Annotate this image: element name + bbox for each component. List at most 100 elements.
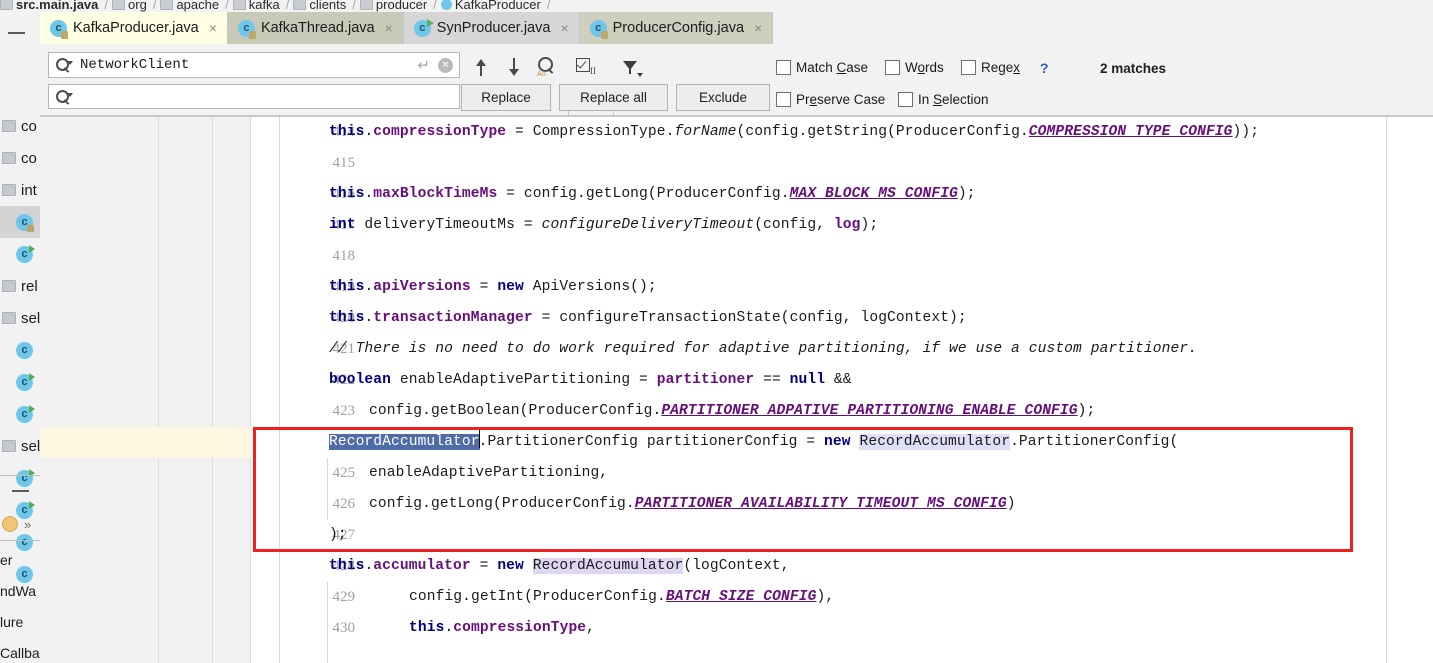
tree-item-selected[interactable]: c <box>0 206 40 238</box>
line-417-text: int deliveryTimeoutMs = configureDeliver… <box>329 217 879 233</box>
multiline-icon: II <box>576 58 596 76</box>
replace-all-button[interactable]: Replace all <box>559 84 668 111</box>
tree-item[interactable]: co <box>0 110 40 142</box>
line-number: 430 <box>332 620 356 636</box>
code-line[interactable]: 414 this.compressionType = CompressionTy… <box>251 117 1433 148</box>
clear-icon[interactable]: × <box>438 57 453 73</box>
code-editor[interactable]: 414 this.compressionType = CompressionTy… <box>40 117 1433 663</box>
tab-kafkathread[interactable]: c KafkaThread.java × <box>227 12 404 44</box>
code-line[interactable]: 426 config.getLong(ProducerConfig.PARTIT… <box>251 489 1433 520</box>
folder-icon <box>293 0 307 10</box>
find-next-button[interactable] <box>501 54 527 80</box>
list-item[interactable]: lure <box>0 606 40 637</box>
select-all-occurrences-button[interactable]: All <box>533 53 559 79</box>
search-icon[interactable] <box>55 89 73 105</box>
regex-help-link[interactable]: ? <box>1040 60 1049 76</box>
list-item[interactable]: ndWa <box>0 575 40 606</box>
checkbox[interactable] <box>776 92 791 107</box>
multiline-toggle-button[interactable]: II <box>573 54 599 80</box>
breadcrumb-item-src[interactable]: src.main.java <box>0 0 98 12</box>
breadcrumb-item-clients[interactable]: clients <box>293 0 346 12</box>
search-input[interactable]: NetworkClient ↵ × <box>48 52 460 78</box>
checkbox[interactable] <box>776 60 791 75</box>
line-number: 429 <box>332 589 356 605</box>
collapse-all-button[interactable] <box>8 26 26 40</box>
filter-icon <box>622 59 643 77</box>
tab-synproducer[interactable]: c SynProducer.java × <box>403 12 580 44</box>
breadcrumb-item-org[interactable]: org <box>112 0 147 12</box>
code-line[interactable]: 418 <box>251 241 1433 272</box>
tree-item[interactable]: c <box>0 366 40 398</box>
folder-icon <box>0 0 13 10</box>
code-line[interactable]: 421 // There is no need to do work requi… <box>251 334 1433 365</box>
breadcrumb-separator: / <box>104 0 109 12</box>
tree-item-label: co <box>21 117 37 135</box>
code-line[interactable]: 423 config.getBoolean(ProducerConfig.PAR… <box>251 396 1433 427</box>
expand-chevron-icon[interactable]: » <box>24 517 31 532</box>
in-selection-label: In Selection <box>918 92 989 107</box>
editor-gutter[interactable] <box>40 117 250 663</box>
line-426-text: config.getLong(ProducerConfig.PARTITIONE… <box>369 496 1016 512</box>
tree-item[interactable]: c <box>0 334 40 366</box>
filter-button[interactable] <box>618 55 644 81</box>
code-line[interactable]: 428 this.accumulator = new RecordAccumul… <box>251 551 1433 582</box>
close-icon[interactable]: × <box>385 20 393 36</box>
tool-window-list: er ndWa lure Callba duce <box>0 544 40 663</box>
tree-item[interactable]: sel <box>0 302 40 334</box>
close-icon[interactable]: × <box>209 20 217 36</box>
tree-item[interactable]: c <box>0 238 40 270</box>
tree-item[interactable]: c <box>0 398 40 430</box>
code-text-area[interactable]: 414 this.compressionType = CompressionTy… <box>251 117 1433 663</box>
breadcrumb-item-kafkaproducer[interactable]: KafkaProducer <box>440 0 541 12</box>
replace-button[interactable]: Replace <box>461 84 551 111</box>
code-line[interactable]: 419 this.apiVersions = new ApiVersions()… <box>251 272 1433 303</box>
close-icon[interactable]: × <box>754 20 762 36</box>
code-line[interactable]: 415 <box>251 148 1433 179</box>
tree-item[interactable]: rel <box>0 270 40 302</box>
code-line[interactable]: 429 config.getInt(ProducerConfig.BATCH_S… <box>251 582 1433 613</box>
breadcrumb-label: producer <box>375 0 428 12</box>
breadcrumb-label: KafkaProducer <box>454 0 541 12</box>
breadcrumb-item-apache[interactable]: apache <box>160 0 219 12</box>
checkbox[interactable] <box>898 92 913 107</box>
words-option[interactable]: Words <box>885 60 944 75</box>
code-line[interactable]: 417 int deliveryTimeoutMs = configureDel… <box>251 210 1433 241</box>
code-line[interactable]: 430 this.compressionType, <box>251 613 1433 644</box>
regex-option[interactable]: Regex <box>961 60 1020 75</box>
tree-item[interactable]: co <box>0 142 40 174</box>
list-item[interactable]: er <box>0 544 40 575</box>
match-case-label: Match Case <box>796 60 869 75</box>
breadcrumb-item-producer[interactable]: producer <box>359 0 428 12</box>
help-icon[interactable]: ? <box>1040 60 1049 76</box>
code-line[interactable]: 427 ); <box>251 520 1433 551</box>
replace-input[interactable] <box>48 84 460 109</box>
code-line[interactable]: 420 this.transactionManager = configureT… <box>251 303 1433 334</box>
code-line[interactable]: 416 this.maxBlockTimeMs = config.getLong… <box>251 179 1433 210</box>
tree-item[interactable]: int <box>0 174 40 206</box>
checkbox[interactable] <box>885 60 900 75</box>
breadcrumb-item-kafka[interactable]: kafka <box>232 0 280 12</box>
enter-icon[interactable]: ↵ <box>417 56 430 74</box>
minimize-tool-window-button[interactable] <box>12 490 29 492</box>
list-item[interactable]: Callba <box>0 637 40 663</box>
match-case-option[interactable]: Match Case <box>776 60 868 75</box>
code-line[interactable]: 422 boolean enableAdaptivePartitioning =… <box>251 365 1433 396</box>
tree-item[interactable]: sel <box>0 430 40 462</box>
close-icon[interactable]: × <box>560 20 568 36</box>
code-line-caret[interactable]: 424 RecordAccumulator.PartitionerConfig … <box>251 427 1433 458</box>
exclude-button[interactable]: Exclude <box>676 84 770 111</box>
search-icon[interactable] <box>55 57 73 74</box>
code-line[interactable]: 425 enableAdaptivePartitioning, <box>251 458 1433 489</box>
folder-icon <box>2 152 16 164</box>
in-selection-option[interactable]: In Selection <box>898 92 989 107</box>
select-all-sublabel: All <box>537 71 547 78</box>
checkbox[interactable] <box>961 60 976 75</box>
folder-icon <box>2 120 16 132</box>
tab-producerconfig[interactable]: c ProducerConfig.java × <box>579 12 774 44</box>
tab-kafkaproducer[interactable]: c KafkaProducer.java × <box>40 12 228 44</box>
breadcrumb-label: kafka <box>248 0 280 12</box>
find-previous-button[interactable] <box>468 54 494 80</box>
tree-item-label: sel <box>21 437 40 455</box>
preserve-case-option[interactable]: Preserve Case <box>776 92 885 107</box>
java-class-locked-icon: c <box>16 213 34 232</box>
